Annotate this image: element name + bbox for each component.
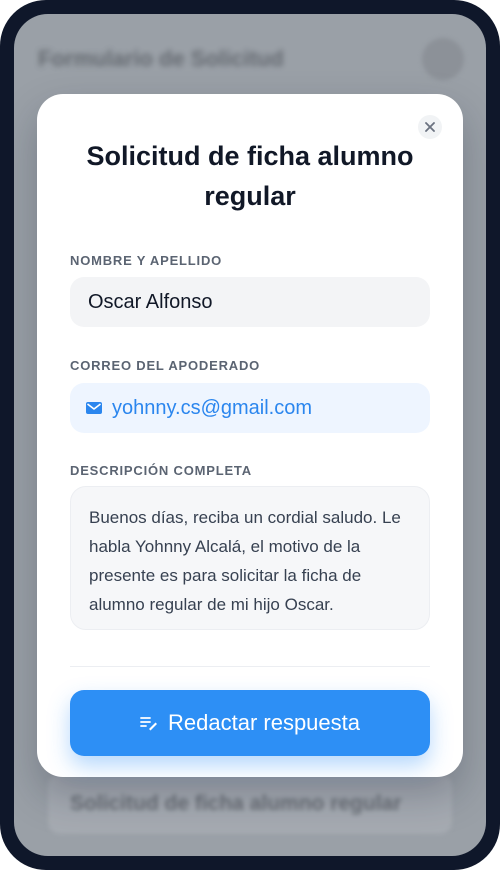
email-value: yohnny.cs@gmail.com <box>112 396 312 419</box>
background-title: Formulario de Solicitud <box>38 46 284 71</box>
email-label: CORREO DEL APODERADO <box>70 358 261 373</box>
name-field[interactable]: Oscar Alfonso <box>70 277 430 327</box>
compose-icon <box>140 717 157 731</box>
name-label: NOMBRE Y APELLIDO <box>70 253 223 268</box>
divider <box>70 666 430 667</box>
avatar <box>422 38 464 80</box>
screen: Formulario de Solicitud Solicitud de fic… <box>14 14 486 856</box>
mail-icon <box>86 402 102 414</box>
background-request-card: Solicitud de ficha alumno regular <box>48 774 452 834</box>
background-header: Formulario de Solicitud <box>14 14 486 104</box>
close-icon <box>425 122 435 132</box>
description-text[interactable]: Buenos días, reciba un cordial saludo. L… <box>70 486 430 630</box>
request-modal: Solicitud de ficha alumno regular NOMBRE… <box>37 94 463 777</box>
modal-title: Solicitud de ficha alumno regular <box>86 141 414 211</box>
compose-reply-button[interactable]: Redactar respuesta <box>70 690 430 756</box>
background-card-text: Solicitud de ficha alumno regular <box>70 792 402 815</box>
compose-reply-label: Redactar respuesta <box>168 710 360 735</box>
name-value: Oscar Alfonso <box>88 290 213 313</box>
device-frame: Formulario de Solicitud Solicitud de fic… <box>0 0 500 870</box>
email-field[interactable]: yohnny.cs@gmail.com <box>70 383 430 433</box>
description-label: DESCRIPCIÓN COMPLETA <box>70 463 252 478</box>
